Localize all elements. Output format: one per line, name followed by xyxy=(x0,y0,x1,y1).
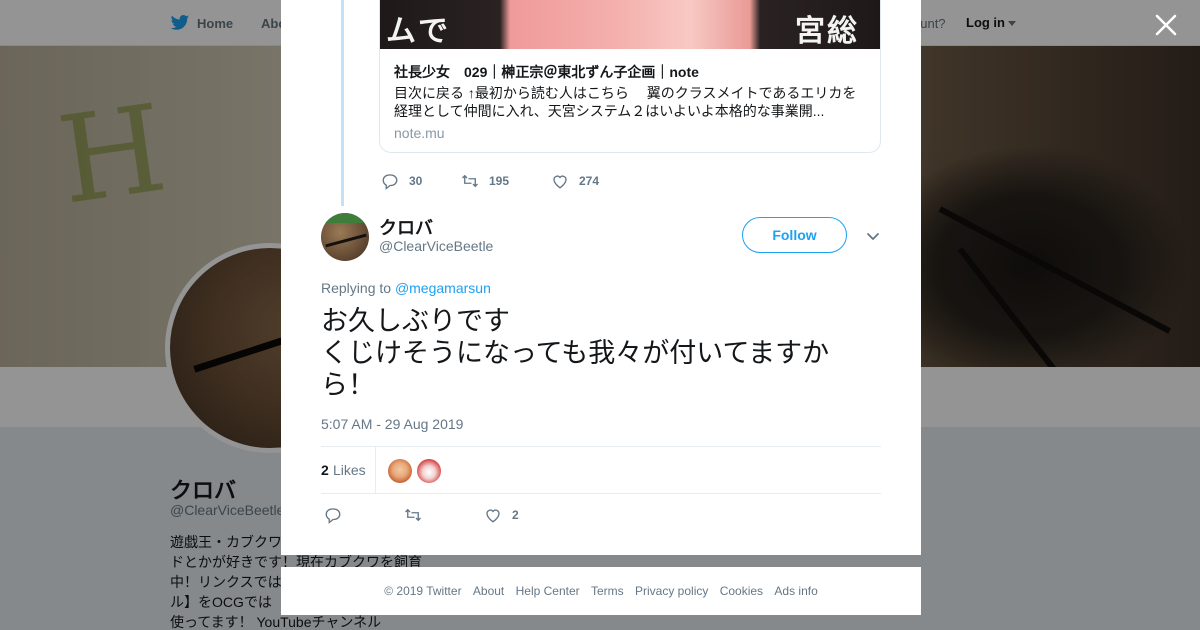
tweet-actions: 2 xyxy=(324,505,519,525)
footer-links: © 2019 Twitter About Help Center Terms P… xyxy=(281,584,921,598)
tweet-text-line: くじけそうになっても我々が付いてますか xyxy=(321,338,830,368)
footer-link-about[interactable]: About xyxy=(473,584,504,598)
thread-connector xyxy=(341,0,344,206)
footer-link-help-center[interactable]: Help Center xyxy=(516,584,580,598)
liker-avatar[interactable] xyxy=(417,459,441,483)
reply-icon xyxy=(382,174,398,190)
follow-button[interactable]: Follow xyxy=(742,217,847,253)
footer-link-privacy[interactable]: Privacy policy xyxy=(635,584,708,598)
tweet-modal: ムで 宮総 社長少女 029｜榊正宗＠東北ずん子企画｜note 目次に戻る ↑最… xyxy=(281,0,921,555)
footer-link-terms[interactable]: Terms xyxy=(591,584,624,598)
footer-link-cookies[interactable]: Cookies xyxy=(720,584,763,598)
replying-to: Replying to @megamarsun xyxy=(321,280,491,296)
retweet-icon xyxy=(405,508,421,522)
author-handle[interactable]: @ClearViceBeetle xyxy=(379,238,493,254)
author-avatar[interactable] xyxy=(321,213,369,261)
tweet-stats: 2 Likes xyxy=(321,446,881,494)
reply-count: 30 xyxy=(409,174,423,188)
tweet-text: お久しぶりです くじけそうになっても我々が付いてますか ら！ xyxy=(321,305,881,401)
footer-link-ads-info[interactable]: Ads info xyxy=(774,584,817,598)
reply-icon xyxy=(325,508,341,524)
like-count: 274 xyxy=(579,174,600,188)
stats-divider xyxy=(375,447,376,493)
link-card-domain: note.mu xyxy=(394,125,445,141)
liker-avatar[interactable] xyxy=(388,459,412,483)
link-card-description: 目次に戻る ↑最初から読む人はこちら 翼のクラスメイトであるエリカを経理として仲… xyxy=(394,85,857,119)
heart-icon xyxy=(553,175,567,189)
like-button[interactable]: 274 xyxy=(551,172,599,190)
footer-copyright: © 2019 Twitter xyxy=(384,584,462,598)
likes-label[interactable]: Likes xyxy=(333,462,366,478)
replying-to-link[interactable]: @megamarsun xyxy=(395,280,491,296)
modal-footer: © 2019 Twitter About Help Center Terms P… xyxy=(281,567,921,615)
retweet-button[interactable] xyxy=(404,506,484,524)
like-button[interactable]: 2 xyxy=(484,506,519,524)
reply-button[interactable] xyxy=(324,506,404,524)
tweet-timestamp[interactable]: 5:07 AM - 29 Aug 2019 xyxy=(321,416,463,432)
replying-to-label: Replying to xyxy=(321,280,392,296)
link-card-title[interactable]: 社長少女 029｜榊正宗＠東北ずん子企画｜note xyxy=(394,62,699,82)
like-count: 2 xyxy=(512,508,519,522)
retweet-icon xyxy=(462,174,478,188)
retweet-button[interactable]: 195 xyxy=(461,172,551,190)
tweet-text-line: ら！ xyxy=(321,370,375,400)
heart-icon xyxy=(486,509,500,523)
author-name[interactable]: クロバ xyxy=(379,214,433,240)
reply-button[interactable]: 30 xyxy=(381,172,461,190)
likes-count[interactable]: 2 xyxy=(321,462,329,478)
close-icon[interactable] xyxy=(1153,12,1179,38)
tweet-text-line: お久しぶりです xyxy=(321,306,510,336)
retweet-count: 195 xyxy=(489,174,510,188)
parent-tweet-actions: 30 195 274 xyxy=(381,171,599,191)
chevron-down-icon[interactable] xyxy=(865,228,881,244)
